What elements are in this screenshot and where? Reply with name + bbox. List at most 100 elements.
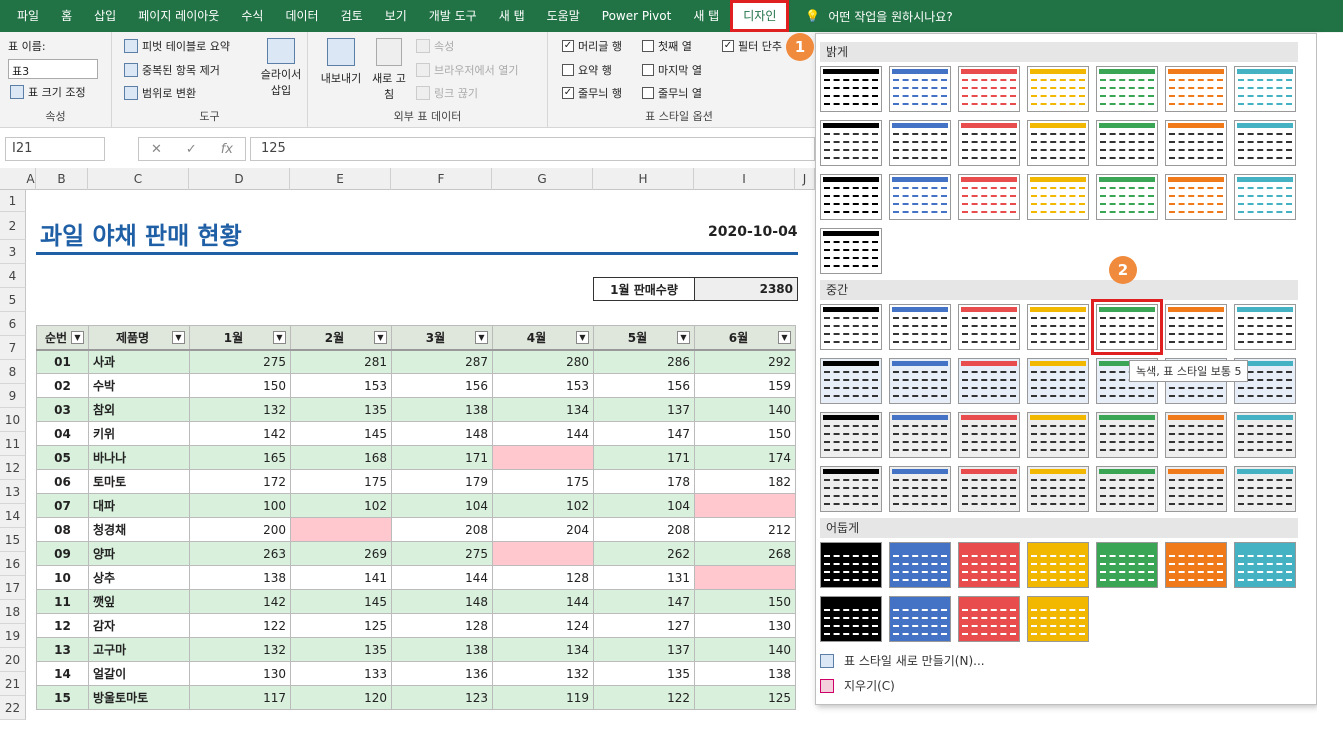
dark-style-1-2[interactable] — [958, 596, 1020, 642]
medium-style-0-2[interactable] — [958, 304, 1020, 350]
table-cell[interactable] — [492, 445, 594, 470]
table-cell[interactable]: 13 — [36, 637, 89, 662]
table-cell[interactable]: 175 — [290, 469, 392, 494]
table-cell[interactable]: 130 — [189, 661, 291, 686]
light-style-0-4[interactable] — [1096, 66, 1158, 112]
cancel-icon[interactable]: ✕ — [151, 142, 162, 157]
light-style-1-3[interactable] — [1027, 120, 1089, 166]
table-cell[interactable]: 11 — [36, 589, 89, 614]
light-style-2-2[interactable] — [958, 174, 1020, 220]
table-cell[interactable]: 바나나 — [88, 445, 190, 470]
table-cell[interactable]: 02 — [36, 373, 89, 398]
tab-9[interactable]: 새 탭 — [488, 0, 536, 32]
table-cell[interactable]: 179 — [391, 469, 493, 494]
tab-12[interactable]: 새 탭 — [682, 0, 730, 32]
light-style-2-3[interactable] — [1027, 174, 1089, 220]
table-cell[interactable]: 144 — [492, 421, 594, 446]
table-cell[interactable]: 150 — [189, 373, 291, 398]
column-header-C[interactable]: C — [88, 168, 189, 190]
table-cell[interactable]: 275 — [391, 541, 493, 566]
light-style-0-0[interactable] — [820, 66, 882, 112]
table-cell[interactable]: 150 — [694, 421, 796, 446]
name-box[interactable]: I21 — [5, 137, 105, 161]
row-header-11[interactable]: 11 — [0, 432, 26, 456]
table-cell[interactable]: 182 — [694, 469, 796, 494]
table-cell[interactable]: 124 — [492, 613, 594, 638]
medium-style-2-5[interactable] — [1165, 412, 1227, 458]
table-cell[interactable]: 145 — [290, 589, 392, 614]
light-style-2-6[interactable] — [1234, 174, 1296, 220]
light-style-2-5[interactable] — [1165, 174, 1227, 220]
table-cell[interactable]: 268 — [694, 541, 796, 566]
light-style-3-0[interactable] — [820, 228, 882, 274]
table-cell[interactable]: 138 — [391, 637, 493, 662]
table-cell[interactable]: 269 — [290, 541, 392, 566]
table-cell[interactable]: 135 — [290, 637, 392, 662]
refresh-button[interactable]: 새로 고침 — [368, 38, 410, 102]
light-style-0-5[interactable] — [1165, 66, 1227, 112]
table-cell[interactable]: 104 — [593, 493, 695, 518]
filter-dropdown-icon[interactable]: ▼ — [475, 330, 488, 344]
table-cell[interactable]: 165 — [189, 445, 291, 470]
table-cell[interactable]: 102 — [492, 493, 594, 518]
table-cell[interactable]: 104 — [391, 493, 493, 518]
table-cell[interactable]: 280 — [492, 349, 594, 374]
slicer-button[interactable]: 슬라이서 삽입 — [258, 38, 304, 98]
table-cell[interactable]: 방울토마토 — [88, 685, 190, 710]
table-cell[interactable]: 대파 — [88, 493, 190, 518]
worksheet-grid[interactable]: ABCDEFGHIJ 1 2 3 4 5 6 7 8 9 10 11 12 13 14 15 16 17 18 19… — [0, 168, 815, 738]
table-cell[interactable]: 138 — [694, 661, 796, 686]
row-header-16[interactable]: 16 — [0, 552, 26, 576]
medium-style-3-6[interactable] — [1234, 466, 1296, 512]
sales-table[interactable]: 순번 ▼ 제품명 ▼ 1월 ▼ 2월 ▼ 3월 ▼ 4월 ▼ 5월 ▼ 6월 ▼ 01 사과 275 281 287 28… — [36, 325, 796, 710]
light-style-1-1[interactable] — [889, 120, 951, 166]
table-cell[interactable]: 156 — [593, 373, 695, 398]
table-cell[interactable]: 상추 — [88, 565, 190, 590]
table-cell[interactable] — [694, 565, 796, 590]
row-header-21[interactable]: 21 — [0, 672, 26, 696]
tab-8[interactable]: 개발 도구 — [418, 0, 488, 32]
table-cell[interactable]: 138 — [391, 397, 493, 422]
table-cell[interactable]: 수박 — [88, 373, 190, 398]
table-cell[interactable]: 145 — [290, 421, 392, 446]
table-cell[interactable]: 깻잎 — [88, 589, 190, 614]
unlink-button[interactable]: 링크 끊기 — [416, 85, 478, 101]
table-cell[interactable]: 148 — [391, 421, 493, 446]
medium-style-2-6[interactable] — [1234, 412, 1296, 458]
table-cell[interactable]: 128 — [492, 565, 594, 590]
table-cell[interactable]: 122 — [189, 613, 291, 638]
table-cell[interactable]: 168 — [290, 445, 392, 470]
table-cell[interactable]: 171 — [391, 445, 493, 470]
medium-style-2-4[interactable] — [1096, 412, 1158, 458]
table-cell[interactable]: 263 — [189, 541, 291, 566]
table-cell[interactable]: 153 — [492, 373, 594, 398]
dark-style-1-0[interactable] — [820, 596, 882, 642]
table-cell[interactable]: 키위 — [88, 421, 190, 446]
dark-style-0-5[interactable] — [1165, 542, 1227, 588]
medium-style-3-0[interactable] — [820, 466, 882, 512]
row-header-15[interactable]: 15 — [0, 528, 26, 552]
row-header-20[interactable]: 20 — [0, 648, 26, 672]
table-cell[interactable]: 137 — [593, 637, 695, 662]
banded-rows-checkbox[interactable]: ✓ 줄무늬 행 — [562, 85, 622, 101]
table-cell[interactable]: 147 — [593, 421, 695, 446]
tab-13[interactable]: 디자인 — [730, 0, 790, 32]
medium-style-1-3[interactable] — [1027, 358, 1089, 404]
table-cell[interactable]: 122 — [593, 685, 695, 710]
table-cell[interactable]: 119 — [492, 685, 594, 710]
tab-7[interactable]: 보기 — [374, 0, 418, 32]
medium-style-0-1[interactable] — [889, 304, 951, 350]
filter-button-checkbox[interactable]: ✓ 필터 단추 — [722, 38, 782, 54]
table-cell[interactable]: 212 — [694, 517, 796, 542]
table-cell[interactable]: 토마토 — [88, 469, 190, 494]
light-style-0-2[interactable] — [958, 66, 1020, 112]
remove-duplicates-button[interactable]: 중복된 항목 제거 — [124, 62, 220, 78]
total-row-checkbox[interactable]: 요약 행 — [562, 62, 612, 78]
banded-columns-checkbox[interactable]: 줄무늬 열 — [642, 85, 702, 101]
last-column-checkbox[interactable]: 마지막 열 — [642, 62, 702, 78]
table-cell[interactable]: 140 — [694, 397, 796, 422]
table-cell[interactable]: 133 — [290, 661, 392, 686]
medium-style-3-5[interactable] — [1165, 466, 1227, 512]
row-header-5[interactable]: 5 — [0, 288, 26, 312]
light-style-0-3[interactable] — [1027, 66, 1089, 112]
